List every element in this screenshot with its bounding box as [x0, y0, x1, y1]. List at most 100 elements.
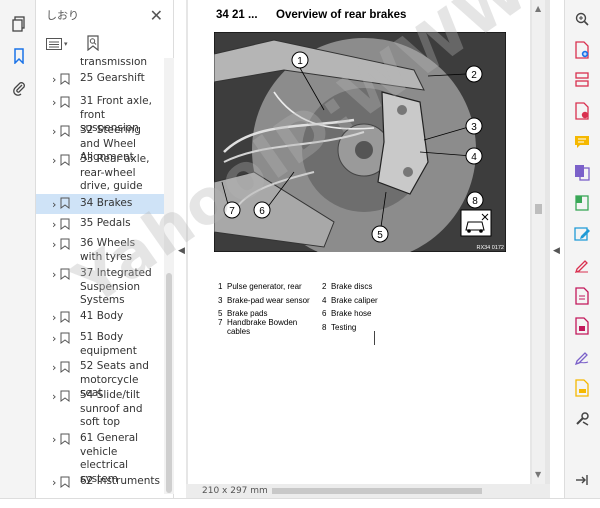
- bookmark-flag-icon: [60, 433, 74, 448]
- bookmark-label: 33 Rear axle, rear-wheel drive, guide: [80, 153, 150, 192]
- export-pdf-icon[interactable]: [572, 101, 592, 121]
- edit-pdf-icon[interactable]: [572, 224, 592, 244]
- bookmark-label: transmission: [80, 58, 148, 68]
- collapse-right-panel-icon[interactable]: ◀: [553, 246, 560, 256]
- section-number: 34 21 ...: [216, 9, 258, 21]
- bookmarks-scrollbar[interactable]: [164, 58, 174, 494]
- chevron-right-icon[interactable]: ›: [36, 311, 56, 324]
- scrollbar-thumb[interactable]: [272, 488, 482, 494]
- bookmark-flag-icon: [60, 154, 74, 169]
- chevron-right-icon[interactable]: ›: [36, 238, 56, 251]
- compress-icon[interactable]: [572, 193, 592, 213]
- section-heading: 34 21 ... Overview of rear brakes: [216, 9, 406, 21]
- chevron-right-icon[interactable]: ›: [36, 218, 56, 231]
- bookmark-label: 34 Brakes: [80, 197, 133, 210]
- pdf-page: 34 21 ... Overview of rear brakes 1 2 3 …: [188, 0, 530, 484]
- zoom-icon[interactable]: [572, 9, 592, 29]
- find-bookmark-icon[interactable]: [86, 34, 100, 54]
- horizontal-scrollbar[interactable]: [272, 486, 532, 496]
- section-title: Overview of rear brakes: [276, 9, 407, 21]
- legend-row: 1 Pulse generator, rear 2 Brake discs: [218, 282, 373, 292]
- convert-icon[interactable]: [572, 286, 592, 306]
- bookmark-label: 25 Gearshift: [80, 72, 145, 84]
- rear-brake-diagram: 1 2 3 4 5 6 7 8 RX34 0172: [214, 32, 506, 252]
- legend-row: 3 Brake-pad wear sensor 4 Brake caliper: [218, 295, 378, 305]
- bookmark-item-transmission[interactable]: transmission: [36, 58, 164, 70]
- chevron-right-icon[interactable]: ›: [36, 433, 56, 446]
- bookmark-item-62[interactable]: › 62 Instruments: [36, 475, 164, 491]
- chevron-right-icon[interactable]: ›: [36, 390, 56, 403]
- vertical-scrollbar[interactable]: ▲ ▼: [532, 0, 545, 484]
- chevron-right-icon[interactable]: ›: [36, 361, 56, 374]
- tools-rail: [564, 0, 600, 508]
- bookmark-flag-icon: [60, 197, 74, 212]
- chevron-right-icon[interactable]: ›: [36, 73, 56, 86]
- page-size-label: 210 x 297 mm: [202, 486, 268, 496]
- bookmark-options-icon[interactable]: ▾: [46, 38, 68, 50]
- left-navigation-rail: [0, 0, 36, 508]
- more-tools-icon[interactable]: [572, 409, 592, 429]
- callout-4: 4: [471, 152, 477, 163]
- bookmark-label: 41 Body: [80, 310, 124, 322]
- bookmark-item-41[interactable]: › 41 Body: [36, 310, 164, 326]
- callout-5: 5: [377, 230, 383, 241]
- document-viewer[interactable]: 34 21 ... Overview of rear brakes 1 2 3 …: [186, 0, 550, 508]
- bookmarks-title: しおり: [46, 9, 79, 22]
- collapse-panel-icon[interactable]: [572, 470, 592, 490]
- bookmark-flag-icon: [60, 311, 74, 326]
- organize-pages-icon[interactable]: [572, 70, 592, 90]
- combine-files-icon[interactable]: [572, 162, 592, 182]
- bookmark-flag-icon: [60, 390, 74, 405]
- chevron-right-icon[interactable]: ›: [36, 154, 56, 167]
- scroll-up-icon[interactable]: ▲: [535, 4, 541, 13]
- scroll-down-icon[interactable]: ▼: [535, 470, 541, 479]
- bookmarks-panel: しおり ✕ ▾ transmission › 25 Gearshift › 31…: [36, 0, 174, 508]
- status-bar: 210 x 297 mm: [186, 484, 550, 498]
- bookmark-flag-icon: [60, 476, 74, 491]
- bookmark-item-35[interactable]: › 35 Pedals: [36, 217, 164, 233]
- figure-code: RX34 0172: [476, 245, 504, 251]
- scrollbar-thumb[interactable]: [535, 204, 542, 214]
- bookmark-item-37[interactable]: › 37 Integrated Suspension Systems: [36, 267, 164, 308]
- scrollbar-thumb[interactable]: [166, 273, 172, 493]
- chevron-right-icon[interactable]: ›: [36, 125, 56, 138]
- stamp-icon[interactable]: [572, 378, 592, 398]
- sign-icon[interactable]: [572, 347, 592, 367]
- bookmark-label: 54 Slide/tilt sunroof and soft top: [80, 389, 143, 428]
- bookmarks-header: しおり ✕: [36, 0, 173, 30]
- attachment-icon[interactable]: [8, 77, 30, 99]
- collapse-left-panel-icon[interactable]: ◀: [178, 246, 185, 256]
- bookmark-flag-icon: [60, 73, 74, 88]
- bookmarks-toolbar: ▾: [36, 30, 173, 58]
- figure-legend: 1 Pulse generator, rear 2 Brake discs 3 Bra…: [218, 280, 426, 336]
- bookmark-flag-icon: [60, 332, 74, 347]
- chevron-right-icon[interactable]: ›: [36, 96, 56, 109]
- chevron-right-icon[interactable]: ›: [36, 268, 56, 281]
- comment-icon[interactable]: [572, 132, 592, 152]
- bookmark-label: 35 Pedals: [80, 217, 131, 229]
- window-bottom-border: [0, 498, 600, 508]
- protect-icon[interactable]: [572, 316, 592, 336]
- bookmark-item-54[interactable]: › 54 Slide/tilt sunroof and soft top: [36, 389, 164, 430]
- bookmark-item-36[interactable]: › 36 Wheels with tyres: [36, 237, 164, 264]
- pages-icon[interactable]: [8, 13, 30, 35]
- bookmark-label: 51 Body equipment: [80, 331, 137, 357]
- callout-3: 3: [471, 122, 477, 133]
- bookmark-flag-icon: [60, 96, 74, 111]
- bookmark-item-34[interactable]: › 34 Brakes: [36, 194, 164, 214]
- callout-1: 1: [297, 56, 303, 67]
- close-icon[interactable]: ✕: [150, 6, 163, 25]
- callout-7: 7: [229, 206, 235, 217]
- fill-sign-icon[interactable]: [572, 255, 592, 275]
- chevron-right-icon[interactable]: ›: [36, 198, 56, 211]
- bookmark-label: 36 Wheels with tyres: [80, 237, 136, 263]
- chevron-right-icon[interactable]: ›: [36, 476, 56, 489]
- create-pdf-icon[interactable]: [572, 40, 592, 60]
- bookmark-flag-icon: [60, 268, 74, 283]
- bookmark-item-33[interactable]: › 33 Rear axle, rear-wheel drive, guide: [36, 153, 164, 194]
- bookmark-icon[interactable]: [8, 45, 30, 67]
- bookmark-item-51[interactable]: › 51 Body equipment: [36, 331, 164, 358]
- callout-8: 8: [472, 196, 478, 207]
- chevron-right-icon[interactable]: ›: [36, 332, 56, 345]
- bookmark-item-25[interactable]: › 25 Gearshift: [36, 72, 164, 88]
